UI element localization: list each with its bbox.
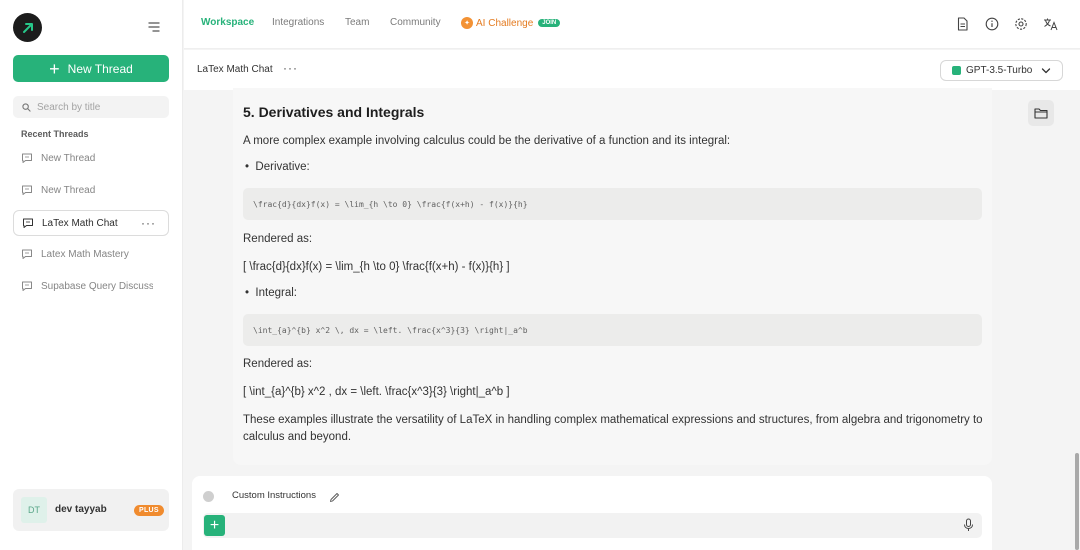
- sidebar-thread-item[interactable]: Latex Math Mastery: [13, 241, 169, 267]
- custom-instructions-label: Custom Instructions: [232, 490, 316, 501]
- bullet-dot: •: [245, 161, 256, 173]
- code-block-integral[interactable]: \int_{a}^{b} x^2 \, dx = \left. \frac{x^…: [243, 314, 982, 346]
- plus-icon: +: [49, 58, 60, 79]
- sidebar-thread-item[interactable]: Supabase Query Discussi: [13, 273, 169, 299]
- thread-header: LaTex Math Chat ··· GPT-3.5-Turbo: [184, 50, 1080, 90]
- bullet-derivative-label: Derivative:: [255, 161, 310, 173]
- intro-paragraph: A more complex example involving calculu…: [243, 135, 731, 147]
- rendered-as-label: Rendered as:: [243, 233, 313, 245]
- menu-icon[interactable]: [146, 19, 162, 35]
- new-thread-button[interactable]: + New Thread: [13, 55, 169, 82]
- nav-team[interactable]: Team: [345, 17, 369, 28]
- join-badge: JOIN: [538, 19, 561, 27]
- search-input[interactable]: [37, 101, 157, 113]
- pencil-icon[interactable]: [329, 490, 340, 508]
- derivative-rendered: [ \frac{d}{dx}f(x) = \lim_{h \to 0} \fra…: [243, 261, 510, 273]
- bullet-derivative: • Derivative:: [245, 161, 310, 173]
- thread-label: Latex Math Mastery: [41, 248, 129, 260]
- new-thread-label: New Thread: [67, 61, 133, 76]
- top-navigation: Workspace Integrations Team Community ✦ …: [184, 0, 1080, 49]
- message-input[interactable]: +: [203, 513, 982, 538]
- user-name: dev tayyab: [55, 504, 107, 515]
- thread-label: New Thread: [41, 152, 96, 164]
- thread-title: LaTex Math Chat: [197, 64, 273, 75]
- rendered-as-label: Rendered as:: [243, 358, 313, 370]
- conclusion-paragraph: These examples illustrate the versatilit…: [243, 414, 983, 443]
- plan-badge: PLUS: [134, 505, 164, 516]
- search-box[interactable]: [13, 96, 169, 118]
- chevron-down-icon: [1042, 67, 1051, 73]
- nav-integrations[interactable]: Integrations: [272, 17, 324, 28]
- gpt-icon: [952, 66, 961, 75]
- nav-community[interactable]: Community: [390, 17, 441, 28]
- thread-more-button[interactable]: ···: [141, 216, 156, 230]
- integral-rendered: [ \int_{a}^{b} x^2 , dx = \left. \frac{x…: [243, 386, 510, 398]
- model-name: GPT-3.5-Turbo: [966, 65, 1033, 76]
- thread-label: Supabase Query Discussi: [41, 280, 153, 292]
- model-select[interactable]: GPT-3.5-Turbo: [940, 60, 1063, 81]
- bullet-dot: •: [245, 287, 256, 299]
- section-heading: 5. Derivatives and Integrals: [243, 104, 425, 120]
- sidebar-thread-item[interactable]: New Thread: [13, 145, 169, 171]
- ai-challenge-icon: ✦: [461, 17, 473, 29]
- bullet-integral: • Integral:: [245, 287, 297, 299]
- sidebar-thread-item-active[interactable]: LaTex Math Chat ···: [13, 210, 169, 236]
- folder-icon: [1034, 108, 1048, 119]
- chat-bubble-icon: [22, 281, 32, 291]
- thread-label: LaTex Math Chat: [42, 217, 118, 229]
- chat-bubble-icon: [22, 153, 32, 163]
- chat-bubble-icon: [22, 249, 32, 259]
- plus-icon: +: [209, 516, 220, 534]
- gear-icon[interactable]: [1013, 16, 1029, 32]
- sidebar-thread-item[interactable]: New Thread: [13, 177, 169, 203]
- assistant-message: 5. Derivatives and Integrals A more comp…: [233, 88, 992, 465]
- document-icon[interactable]: [954, 16, 970, 32]
- composer: Custom Instructions +: [192, 476, 992, 550]
- search-icon: [22, 102, 31, 112]
- custom-instructions-toggle[interactable]: [203, 491, 214, 502]
- thread-options-button[interactable]: ···: [283, 61, 298, 75]
- thread-label: New Thread: [41, 184, 96, 196]
- chat-bubble-icon: [23, 218, 33, 228]
- microphone-icon[interactable]: [963, 518, 974, 537]
- nav-ai-challenge[interactable]: ✦ AI Challenge JOIN: [461, 17, 561, 29]
- avatar: DT: [21, 497, 47, 523]
- user-card[interactable]: DT dev tayyab PLUS: [13, 489, 169, 531]
- code-block-derivative[interactable]: \frac{d}{dx}f(x) = \lim_{h \to 0} \frac{…: [243, 188, 982, 220]
- chat-bubble-icon: [22, 185, 32, 195]
- nav-workspace[interactable]: Workspace: [201, 17, 254, 28]
- scrollbar[interactable]: [1075, 453, 1079, 550]
- folder-button[interactable]: [1028, 100, 1054, 126]
- bullet-integral-label: Integral:: [255, 287, 297, 299]
- translate-icon[interactable]: [1042, 16, 1058, 32]
- recent-threads-heading: Recent Threads: [21, 129, 89, 139]
- logo-arrow-icon[interactable]: [13, 13, 42, 42]
- info-icon[interactable]: [984, 16, 1000, 32]
- add-attachment-button[interactable]: +: [204, 515, 225, 536]
- ai-challenge-label: AI Challenge: [476, 17, 534, 29]
- sidebar: + New Thread Recent Threads New Thread N…: [0, 0, 183, 550]
